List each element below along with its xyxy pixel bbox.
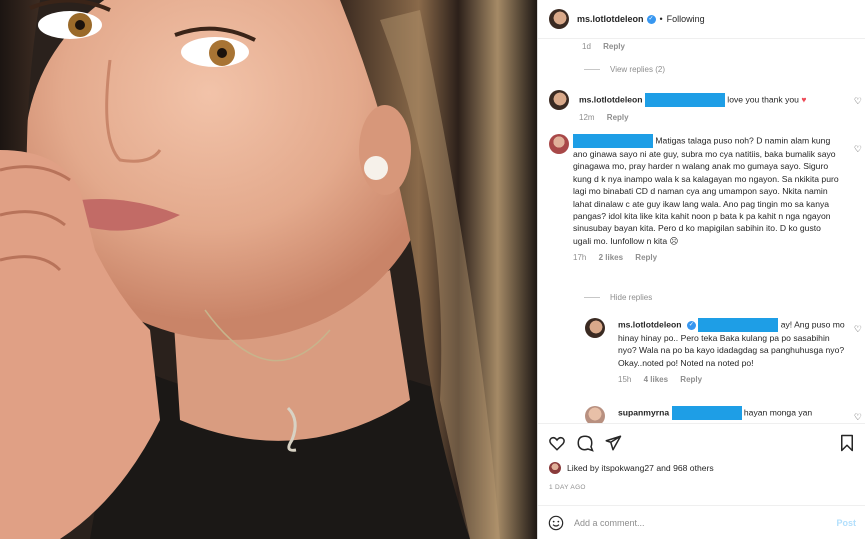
comment-text: love you thank you	[727, 94, 799, 105]
divider	[584, 297, 600, 298]
separator-dot: •	[659, 14, 663, 24]
following-button[interactable]: Following	[667, 14, 705, 24]
avatar[interactable]	[585, 318, 605, 338]
post-username[interactable]: ms.lotlotdeleon	[577, 14, 644, 24]
emoji-icon[interactable]	[548, 515, 564, 531]
post-button[interactable]: Post	[836, 518, 856, 528]
comment-meta: 12m Reply	[579, 113, 806, 122]
like-comment-heart-icon[interactable]: ♡	[854, 324, 862, 335]
post-header: ms.lotlotdeleon ✓ • Following …	[538, 0, 865, 39]
comment-text: hayan monga yan	[743, 407, 813, 418]
comments-panel: ms.lotlotdeleon ✓ • Following … 1d Reply…	[537, 0, 865, 539]
reply-button[interactable]: Reply	[635, 253, 657, 262]
like-comment-heart-icon[interactable]: ♡	[854, 96, 862, 107]
avatar[interactable]	[585, 406, 605, 423]
verified-badge-icon: ✓	[686, 320, 696, 330]
post-actions: Liked by itspokwang27 and 968 others 1 D…	[538, 423, 865, 539]
redaction-box	[698, 318, 779, 332]
hide-replies-toggle[interactable]: Hide replies	[584, 293, 652, 302]
comment-icon[interactable]	[576, 434, 594, 452]
comment-username[interactable]: ms.lotlotdeleon	[579, 94, 643, 104]
comment-time: 15h	[618, 375, 632, 385]
comment-text-row: ms.lotlotdeleon love you thank you ♥	[579, 90, 806, 107]
liked-by-user[interactable]: itspokwang27	[601, 463, 654, 473]
comment-text-row: Matigas talaga puso noh? D namin alam ku…	[573, 134, 841, 247]
like-comment-heart-icon[interactable]: ♡	[854, 412, 862, 423]
comment-item: ms.lotlotdeleon love you thank you ♥ 12m…	[549, 90, 849, 122]
view-replies-label: View replies (2)	[610, 65, 665, 74]
comment-list[interactable]: 1d Reply View replies (2) ms.lotlotdeleo…	[538, 40, 865, 423]
redaction-box	[573, 134, 653, 148]
view-replies-toggle[interactable]: View replies (2)	[584, 65, 665, 74]
reply-item: supanmyrna hayan monga yan	[585, 406, 850, 423]
heart-icon[interactable]	[548, 434, 566, 452]
comment-time: 12m	[579, 113, 595, 122]
comment-text: Matigas talaga puso noh? D namin alam ku…	[573, 135, 839, 246]
liked-by: Liked by itspokwang27 and 968 others	[549, 462, 714, 474]
comment-text-row: ms.lotlotdeleon ✓ ay! Ang puso mo hinay …	[618, 318, 846, 369]
comment-time: 17h	[573, 253, 587, 263]
sad-emoji-icon: ☹	[669, 235, 679, 246]
action-bar	[548, 434, 622, 452]
redaction-box	[671, 406, 742, 420]
comment-meta: 17h 2 likes Reply	[573, 253, 841, 262]
post-photo-image	[0, 0, 537, 539]
bookmark-icon[interactable]	[838, 434, 856, 452]
reply-button[interactable]: Reply	[603, 42, 625, 51]
comment-username[interactable]: supanmyrna	[618, 407, 669, 417]
comment-text-row: supanmyrna hayan monga yan	[618, 406, 846, 420]
comment-likes[interactable]: 4 likes	[644, 375, 668, 384]
avatar[interactable]	[549, 90, 569, 110]
reply-item: ms.lotlotdeleon ✓ ay! Ang puso mo hinay …	[585, 318, 850, 384]
comment-input[interactable]	[574, 518, 837, 528]
verified-badge-icon: ✓	[646, 14, 656, 24]
comment-time: 1d	[582, 42, 591, 51]
post-photo	[0, 0, 537, 539]
comment-username[interactable]: ms.lotlotdeleon	[618, 319, 682, 329]
divider	[584, 69, 600, 70]
comment-meta: 1d Reply	[582, 42, 635, 51]
comment-likes[interactable]: 2 likes	[599, 253, 623, 262]
post-time-ago[interactable]: 1 DAY AGO	[549, 484, 586, 491]
avatar[interactable]	[549, 134, 569, 154]
liked-by-prefix: Liked by	[567, 463, 600, 473]
comment-item: Matigas talaga puso noh? D namin alam ku…	[549, 134, 849, 262]
add-comment-bar: Post	[538, 505, 865, 539]
hide-replies-label: Hide replies	[610, 293, 653, 302]
comment-meta: 15h 4 likes Reply	[618, 375, 846, 384]
avatar[interactable]	[549, 9, 569, 29]
like-comment-heart-icon[interactable]: ♡	[854, 144, 862, 155]
heart-emoji-icon: ♥	[801, 94, 807, 105]
instagram-post-view: ms.lotlotdeleon ✓ • Following … 1d Reply…	[0, 0, 865, 539]
reply-button[interactable]: Reply	[680, 375, 702, 384]
liked-by-suffix[interactable]: and 968 others	[656, 463, 713, 473]
reply-button[interactable]: Reply	[607, 113, 629, 122]
redaction-box	[644, 93, 725, 107]
share-icon[interactable]	[604, 434, 622, 452]
avatar[interactable]	[549, 462, 561, 474]
